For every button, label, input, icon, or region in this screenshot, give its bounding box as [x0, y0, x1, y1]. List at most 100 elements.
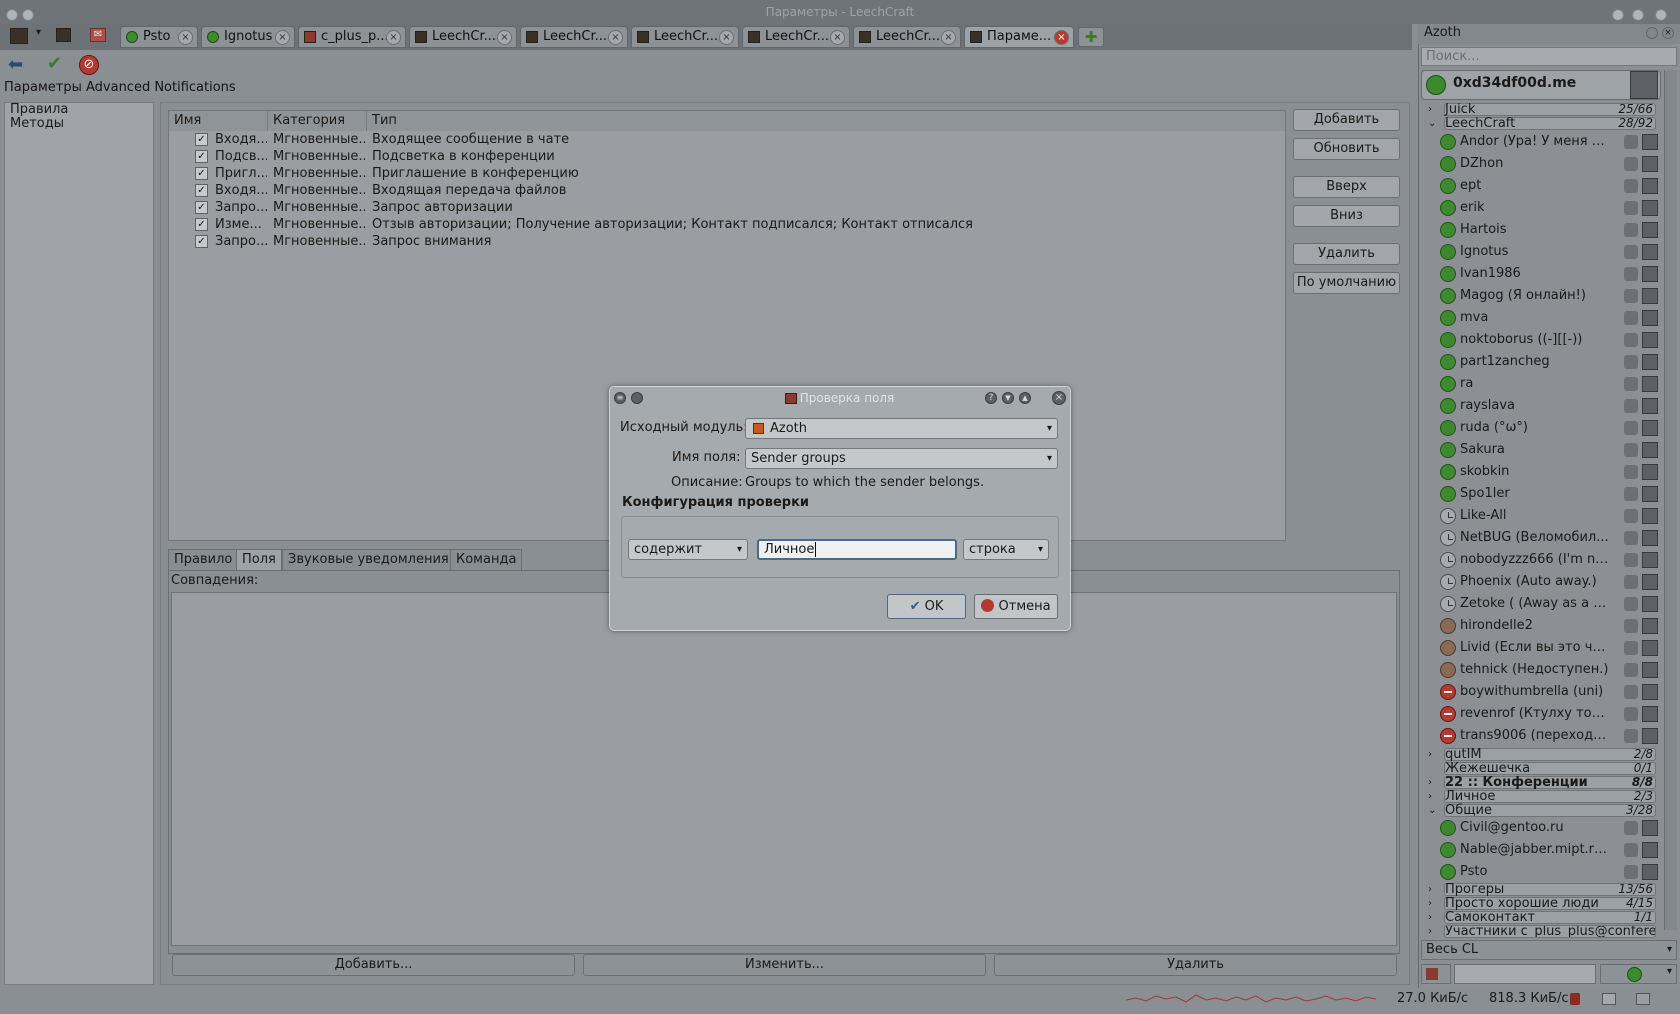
alert-icon[interactable]: [1570, 993, 1580, 1005]
table-row[interactable]: ✓ Пригл... Мгновенные... Приглашение в конф…: [169, 165, 1285, 182]
chevron-right-icon[interactable]: ›: [1428, 103, 1432, 116]
chevron-right-icon[interactable]: ›: [1428, 790, 1432, 803]
contact-row[interactable]: rayslava: [1440, 395, 1658, 417]
tab-list-icon[interactable]: [56, 28, 71, 42]
contact-row[interactable]: Andor (Ура! У меня н...: [1440, 131, 1658, 153]
contact-row[interactable]: trans9006 (переходим ...: [1440, 725, 1658, 747]
move-up-button[interactable]: Вверх: [1293, 176, 1400, 198]
roster-menu-button[interactable]: [1421, 964, 1451, 984]
cancel-icon[interactable]: ⊘: [79, 55, 99, 75]
group-personal[interactable]: Личное 2/3: [1444, 790, 1656, 803]
contact-row[interactable]: Sakura: [1440, 439, 1658, 461]
contact-row[interactable]: erik: [1440, 197, 1658, 219]
chevron-down-icon[interactable]: ▾: [36, 27, 41, 38]
row-checkbox[interactable]: ✓: [195, 218, 208, 231]
contact-row[interactable]: Magog (Я онлайн!): [1440, 285, 1658, 307]
close-icon[interactable]: ×: [941, 30, 956, 45]
back-icon[interactable]: ⬅: [8, 56, 23, 74]
tab-leechcraft-1[interactable]: LeechCr... ×: [409, 26, 517, 48]
tab-sounds[interactable]: Звуковые уведомления: [282, 549, 455, 571]
delete-match-button[interactable]: Удалить: [994, 954, 1397, 976]
contact-row[interactable]: Spo1ler: [1440, 483, 1658, 505]
match-value-input[interactable]: Личное: [757, 539, 957, 560]
new-tab-icon[interactable]: ✚: [1078, 27, 1104, 47]
contact-row[interactable]: DZhon: [1440, 153, 1658, 175]
contact-row[interactable]: revenrof (Ктулху тоже ...: [1440, 703, 1658, 725]
contact-row[interactable]: Nable@jabber.mipt.ru (Y...: [1440, 839, 1658, 861]
contact-row[interactable]: Ignotus: [1440, 241, 1658, 263]
tab-settings[interactable]: Параме... ×: [964, 26, 1074, 48]
close-icon[interactable]: ×: [1662, 27, 1674, 39]
chevron-right-icon[interactable]: ›: [1428, 897, 1432, 910]
self-account-row[interactable]: 0xd34df00d.me: [1421, 70, 1661, 100]
close-icon[interactable]: ×: [608, 30, 623, 45]
chevron-right-icon[interactable]: ›: [1428, 925, 1432, 938]
source-module-combo[interactable]: Azoth ▾: [745, 418, 1058, 439]
roster-scrollbar[interactable]: [1664, 70, 1677, 930]
contact-row[interactable]: noktoborus ((-][[-)): [1440, 329, 1658, 351]
row-checkbox[interactable]: ✓: [195, 150, 208, 163]
apply-icon[interactable]: ✔: [47, 55, 62, 73]
update-rule-button[interactable]: Обновить: [1293, 138, 1400, 160]
row-checkbox[interactable]: ✓: [195, 235, 208, 248]
close-icon[interactable]: ×: [386, 30, 401, 45]
tab-leechcraft-2[interactable]: LeechCr... ×: [520, 26, 628, 48]
close-icon[interactable]: ×: [1052, 391, 1066, 405]
screen-icon[interactable]: [1602, 993, 1616, 1005]
close-icon[interactable]: ×: [178, 30, 193, 45]
group-good-people[interactable]: Просто хорошие люди 4/15: [1444, 897, 1656, 910]
table-row[interactable]: ✓ Входя... Мгновенные... Входящее сообщение…: [169, 131, 1285, 148]
tab-psto[interactable]: Psto ×: [120, 26, 198, 48]
contact-row[interactable]: Ivan1986: [1440, 263, 1658, 285]
table-row[interactable]: ✓ Подсв... Мгновенные... Подсветка в конфер…: [169, 148, 1285, 165]
pin-icon[interactable]: [631, 392, 643, 404]
list-item-rules[interactable]: Правила: [5, 103, 153, 117]
tab-ignotus[interactable]: Ignotus ×: [201, 26, 295, 48]
tab-leechcraft-3[interactable]: LeechCr... ×: [631, 26, 739, 48]
minimize-icon[interactable]: ▼: [1002, 392, 1014, 404]
status-online-icon[interactable]: [1426, 75, 1446, 95]
tab-command[interactable]: Команда: [450, 549, 523, 571]
maximize-icon[interactable]: ▲: [1019, 392, 1031, 404]
table-row[interactable]: ✓ Изме... Мгновенные... Отзыв авторизации; …: [169, 216, 1285, 233]
value-type-combo[interactable]: строка ▾: [963, 539, 1049, 560]
chevron-right-icon[interactable]: ›: [1428, 776, 1432, 789]
add-rule-button[interactable]: Добавить: [1293, 109, 1400, 131]
contact-row[interactable]: Psto: [1440, 861, 1658, 883]
roster-search-input[interactable]: Поиск...: [1421, 47, 1677, 66]
group-cpp-participants[interactable]: Участники c_plus_plus@confere...: [1444, 925, 1656, 938]
chevron-right-icon[interactable]: ›: [1428, 883, 1432, 896]
contact-row[interactable]: Civil@gentoo.ru: [1440, 817, 1658, 839]
close-icon[interactable]: ×: [497, 30, 512, 45]
help-icon[interactable]: ?: [985, 392, 997, 404]
tab-c-plus-p[interactable]: c_plus_p... ×: [298, 26, 406, 48]
contact-row[interactable]: ept: [1440, 175, 1658, 197]
ok-button[interactable]: ✔ OK: [887, 594, 966, 619]
group-qutim[interactable]: qutIM 2/8: [1444, 748, 1656, 761]
list-item-methods[interactable]: Методы: [5, 117, 153, 131]
row-checkbox[interactable]: ✓: [195, 133, 208, 146]
contact-row[interactable]: part1zancheg: [1440, 351, 1658, 373]
close-icon[interactable]: ×: [275, 30, 290, 45]
contact-row[interactable]: mva: [1440, 307, 1658, 329]
delete-rule-button[interactable]: Удалить: [1293, 243, 1400, 265]
contact-row[interactable]: Livid (Если вы это чита...: [1440, 637, 1658, 659]
row-checkbox[interactable]: ✓: [195, 201, 208, 214]
group-self-contact[interactable]: Самоконтакт 1/1: [1444, 911, 1656, 924]
contact-row[interactable]: Zetoke ( (Away as a res...: [1440, 593, 1658, 615]
contact-row[interactable]: ruda (°ω°): [1440, 417, 1658, 439]
table-row[interactable]: ✓ Запро... Мгновенные... Запрос авторизации: [169, 199, 1285, 216]
status-text-input[interactable]: [1454, 964, 1596, 984]
contact-row[interactable]: ra: [1440, 373, 1658, 395]
table-row[interactable]: ✓ Входя... Мгновенные... Входящая передача …: [169, 182, 1285, 199]
column-header-category[interactable]: Категория: [268, 111, 367, 131]
close-icon[interactable]: ×: [830, 30, 845, 45]
group-programmers[interactable]: Прогеры 13/56: [1444, 883, 1656, 896]
tab-leechcraft-5[interactable]: LeechCr... ×: [853, 26, 961, 48]
table-row[interactable]: ✓ Запро... Мгновенные... Запрос внимания: [169, 233, 1285, 250]
menu-icon[interactable]: ≡: [614, 392, 626, 404]
row-checkbox[interactable]: ✓: [195, 167, 208, 180]
float-icon[interactable]: [1646, 27, 1658, 39]
status-combo[interactable]: ▾: [1600, 964, 1677, 984]
app-menu-icon[interactable]: [10, 28, 28, 44]
